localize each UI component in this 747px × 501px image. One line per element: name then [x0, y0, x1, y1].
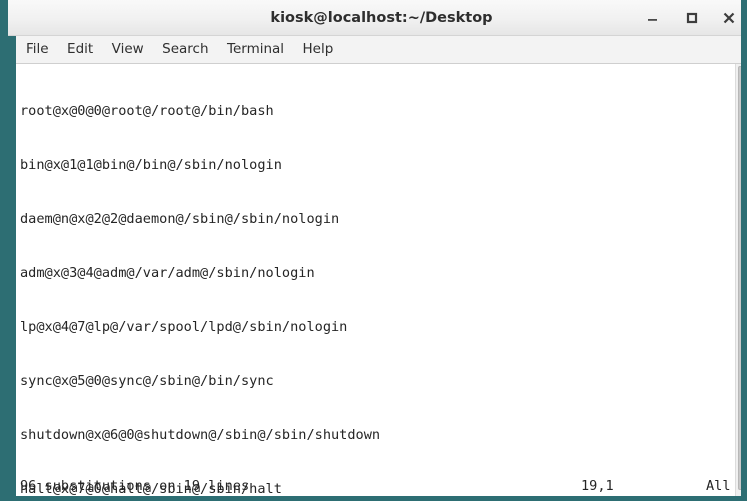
menu-item-view[interactable]: View: [105, 36, 151, 63]
status-message: 96 substitutions on 19 lines: [20, 478, 250, 494]
terminal-line: shutdown@x@6@0@shutdown@/sbin@/sbin/shut…: [20, 427, 381, 443]
vertical-scrollbar[interactable]: [735, 64, 741, 496]
vi-status-line: 96 substitutions on 19 lines 19,1 All: [16, 476, 732, 496]
scrollbar-thumb[interactable]: [738, 66, 741, 490]
scroll-indicator: All: [706, 478, 731, 494]
close-button[interactable]: [720, 9, 738, 27]
terminal-line: daem@n@x@2@2@daemon@/sbin@/sbin/nologin: [20, 211, 340, 227]
menubar: File Edit View Search Terminal Help: [16, 36, 741, 64]
menu-item-help[interactable]: Help: [296, 36, 341, 63]
cursor-position: 19,1: [581, 478, 614, 494]
menu-item-file[interactable]: File: [19, 36, 56, 63]
menu-item-edit[interactable]: Edit: [60, 36, 100, 63]
minimize-button[interactable]: [644, 9, 662, 27]
menu-item-terminal[interactable]: Terminal: [220, 36, 291, 63]
maximize-button[interactable]: [683, 9, 701, 27]
window-title: kiosk@localhost:~/Desktop: [270, 10, 493, 26]
terminal-window: kiosk@localhost:~/Desktop File Edit View…: [0, 0, 747, 501]
window-titlebar: kiosk@localhost:~/Desktop: [8, 0, 741, 36]
terminal-line: root@x@0@0@root@/root@/bin/bash: [20, 103, 274, 119]
terminal-line: sync@x@5@0@sync@/sbin@/bin/sync: [20, 373, 274, 389]
terminal-line: lp@x@4@7@lp@/var/spool/lpd@/sbin/nologin: [20, 319, 348, 335]
terminal-line: adm@x@3@4@adm@/var/adm@/sbin/nologin: [20, 265, 315, 281]
terminal-body[interactable]: root@x@0@0@root@/root@/bin/bash bin@x@1@…: [16, 64, 741, 496]
terminal-line: bin@x@1@1@bin@/bin@/sbin/nologin: [20, 157, 282, 173]
menu-item-search[interactable]: Search: [155, 36, 215, 63]
terminal-output: root@x@0@0@root@/root@/bin/bash bin@x@1@…: [16, 64, 732, 496]
